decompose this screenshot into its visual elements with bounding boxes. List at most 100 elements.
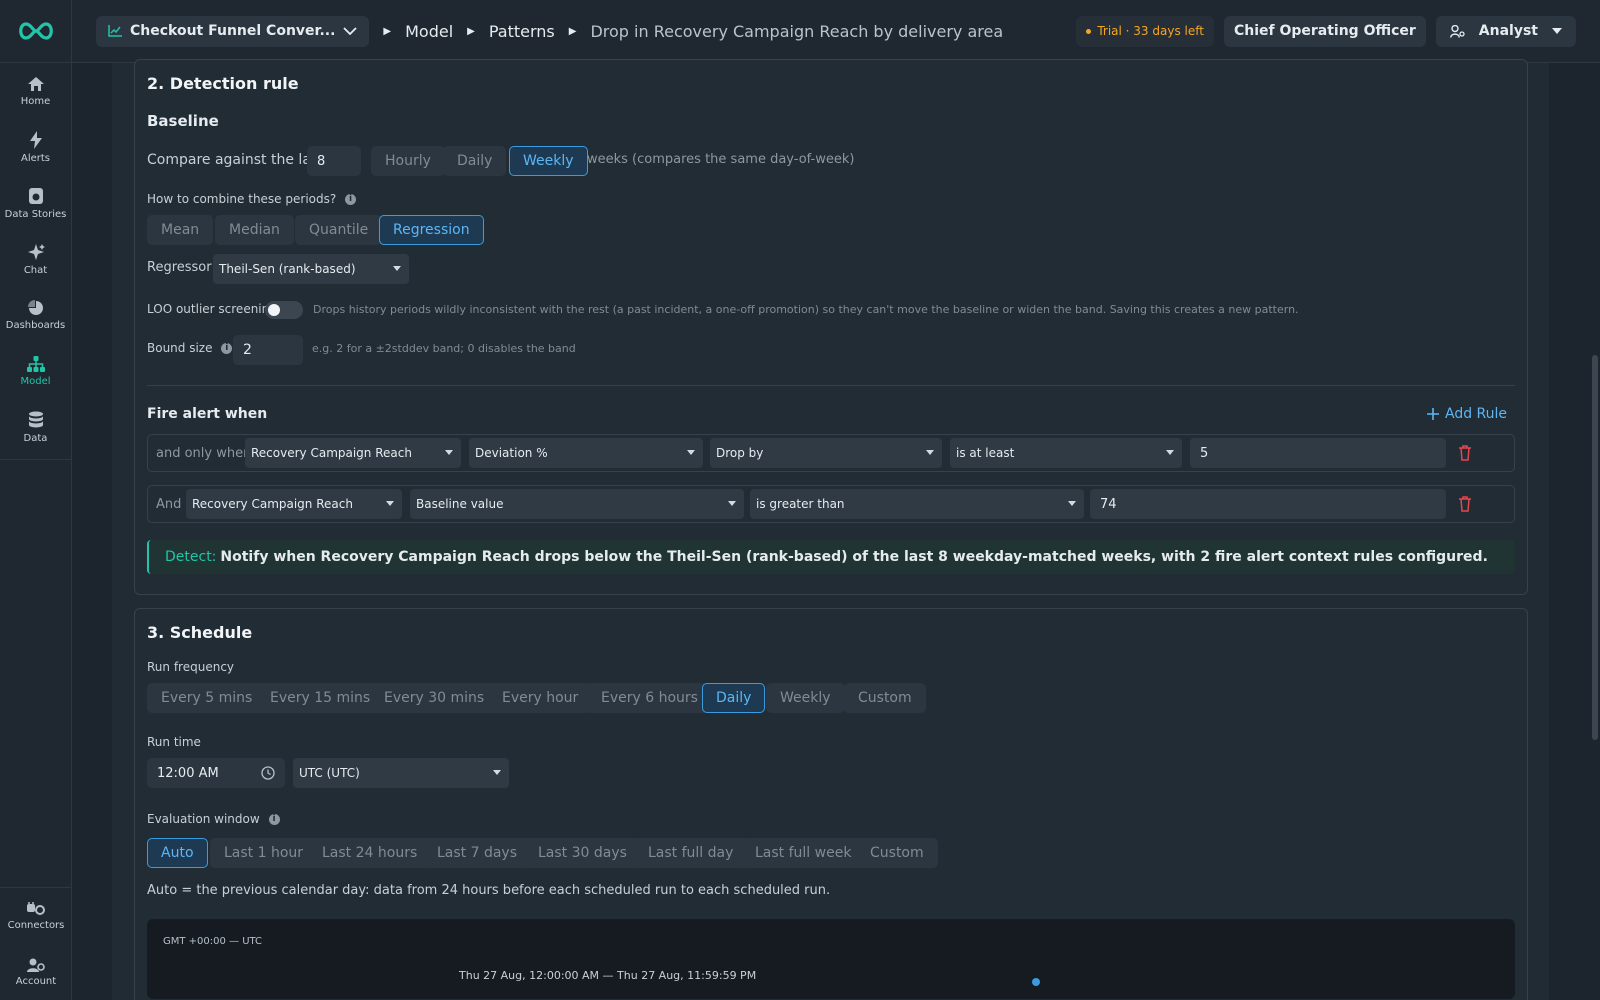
- nav-item-alerts[interactable]: Alerts: [0, 119, 71, 175]
- fire-alert-title: Fire alert when: [147, 406, 268, 422]
- run-time-input[interactable]: 12:00 AM: [147, 758, 285, 788]
- rule-row: and only when Recovery Campaign Reach De…: [147, 434, 1515, 472]
- scrollbar-thumb[interactable]: [1592, 355, 1598, 740]
- nav-item-data-stories[interactable]: Data Stories: [0, 175, 71, 231]
- timezone-select[interactable]: UTC (UTC): [293, 758, 509, 788]
- clock-icon: [261, 766, 275, 780]
- nav-item-data[interactable]: Data: [0, 399, 71, 455]
- trash-icon[interactable]: [1458, 445, 1472, 461]
- timezone-caption: GMT +00:00 — UTC: [163, 936, 263, 947]
- freq-15-mins[interactable]: Every 15 mins: [256, 683, 385, 713]
- trash-icon[interactable]: [1458, 496, 1472, 512]
- freq-6-hours[interactable]: Every 6 hours: [587, 683, 712, 713]
- evaluation-window-text: Evaluation window: [147, 812, 260, 826]
- loo-toggle[interactable]: [265, 301, 303, 319]
- rule-measure-select[interactable]: Baseline value: [410, 489, 744, 519]
- window-full-week[interactable]: Last full week: [741, 838, 866, 868]
- timeline-marker[interactable]: [1032, 978, 1040, 986]
- nav-label: Home: [20, 95, 51, 107]
- window-24-hours[interactable]: Last 24 hours: [308, 838, 432, 868]
- rule-direction-select[interactable]: Drop by: [710, 438, 942, 468]
- nav-item-model[interactable]: Model: [0, 343, 71, 399]
- caret-down-icon: [728, 501, 736, 506]
- plus-icon: [1427, 408, 1439, 420]
- rule-metric-select[interactable]: Recovery Campaign Reach: [245, 438, 461, 468]
- freq-weekly[interactable]: Weekly: [766, 683, 845, 713]
- bound-label: Bound size i: [147, 341, 233, 355]
- loo-hint: Drops history periods wildly inconsisten…: [313, 303, 1299, 316]
- nav-item-home[interactable]: Home: [0, 63, 71, 119]
- rule-value-input[interactable]: 74: [1090, 489, 1446, 519]
- combine-mean[interactable]: Mean: [147, 215, 214, 245]
- combine-quantile[interactable]: Quantile: [295, 215, 383, 245]
- toggle-knob: [268, 304, 280, 316]
- nav-label: Connectors: [7, 919, 65, 931]
- freq-30-mins[interactable]: Every 30 mins: [370, 683, 499, 713]
- freq-hour[interactable]: Every hour: [488, 683, 593, 713]
- regressor-select[interactable]: Theil-Sen (rank-based): [213, 254, 409, 284]
- info-icon[interactable]: i: [221, 343, 233, 354]
- user-menu[interactable]: Analyst: [1435, 15, 1576, 47]
- section-title: 3. Schedule: [147, 623, 253, 642]
- caret-down-icon: [926, 450, 934, 455]
- evaluation-timeline: GMT +00:00 — UTC Thu 27 Aug, 12:00:00 AM…: [147, 919, 1515, 999]
- nav-item-account[interactable]: Account: [0, 944, 72, 1000]
- caret-down-icon: [493, 770, 501, 775]
- rule-measure-select[interactable]: Deviation %: [469, 438, 703, 468]
- breadcrumb-patterns[interactable]: Patterns: [489, 22, 555, 41]
- nav-item-connectors[interactable]: Connectors: [0, 888, 72, 944]
- role-button[interactable]: Chief Operating Officer: [1223, 15, 1426, 47]
- combine-regression[interactable]: Regression: [379, 215, 484, 245]
- window-7-days[interactable]: Last 7 days: [423, 838, 532, 868]
- line-chart-icon: [108, 25, 122, 37]
- info-icon[interactable]: i: [345, 194, 357, 205]
- period-hourly[interactable]: Hourly: [371, 146, 445, 176]
- add-rule-label: Add Rule: [1445, 406, 1508, 422]
- caret-down-icon: [1068, 501, 1076, 506]
- window-1-hour[interactable]: Last 1 hour: [210, 838, 318, 868]
- window-30-days[interactable]: Last 30 days: [524, 838, 641, 868]
- breadcrumb-model[interactable]: Model: [405, 22, 453, 41]
- section-title: 2. Detection rule: [147, 74, 299, 93]
- window-full-day[interactable]: Last full day: [634, 838, 748, 868]
- freq-5-mins[interactable]: Every 5 mins: [147, 683, 267, 713]
- app-logo[interactable]: [0, 0, 71, 63]
- combine-median[interactable]: Median: [215, 215, 294, 245]
- rule-prefix: and only when: [156, 446, 252, 461]
- primary-nav: Home Alerts Data Stories Chat Dashboards…: [0, 63, 71, 460]
- compare-count-input[interactable]: 8: [307, 146, 361, 176]
- nav-item-chat[interactable]: Chat: [0, 231, 71, 287]
- add-rule-button[interactable]: Add Rule: [1427, 406, 1507, 422]
- rule-operator-select[interactable]: is greater than: [750, 489, 1084, 519]
- nav-label: Data Stories: [4, 208, 67, 220]
- period-daily[interactable]: Daily: [443, 146, 507, 176]
- window-auto[interactable]: Auto: [147, 838, 208, 868]
- window-custom[interactable]: Custom: [856, 838, 938, 868]
- nav-label: Model: [20, 375, 51, 387]
- rule-row: And Recovery Campaign Reach Baseline val…: [147, 485, 1515, 523]
- topbar: Checkout Funnel Conver... ▶ Model ▶ Patt…: [72, 0, 1600, 63]
- bound-size-input[interactable]: 2: [233, 335, 303, 365]
- combine-label-text: How to combine these periods?: [147, 192, 337, 206]
- nav-item-dashboards[interactable]: Dashboards: [0, 287, 71, 343]
- freq-custom[interactable]: Custom: [844, 683, 926, 713]
- secondary-nav: Connectors Account: [0, 887, 72, 1000]
- regressor-label: Regressor: [147, 260, 212, 275]
- rule-value-input[interactable]: 5: [1190, 438, 1446, 468]
- project-selector[interactable]: Checkout Funnel Conver...: [96, 15, 370, 47]
- detect-text: Notify when Recovery Campaign Reach drop…: [220, 549, 1488, 565]
- rule-operator-select[interactable]: is at least: [950, 438, 1182, 468]
- caret-down-icon: [445, 450, 453, 455]
- info-icon[interactable]: i: [268, 814, 280, 825]
- user-settings-icon: [1449, 24, 1465, 38]
- loo-label: LOO outlier screening: [147, 302, 277, 316]
- infinity-logo-icon: [18, 22, 53, 40]
- period-hint: weeks (compares the same day-of-week): [587, 152, 855, 167]
- freq-daily[interactable]: Daily: [702, 683, 766, 713]
- caret-down-icon: [1552, 28, 1562, 34]
- main-content[interactable]: 2. Detection rule Baseline Compare again…: [112, 59, 1549, 1000]
- trial-badge[interactable]: Trial · 33 days left: [1076, 15, 1214, 47]
- period-weekly[interactable]: Weekly: [509, 146, 588, 176]
- window-hint: Auto = the previous calendar day: data f…: [147, 883, 831, 898]
- rule-metric-select[interactable]: Recovery Campaign Reach: [186, 489, 402, 519]
